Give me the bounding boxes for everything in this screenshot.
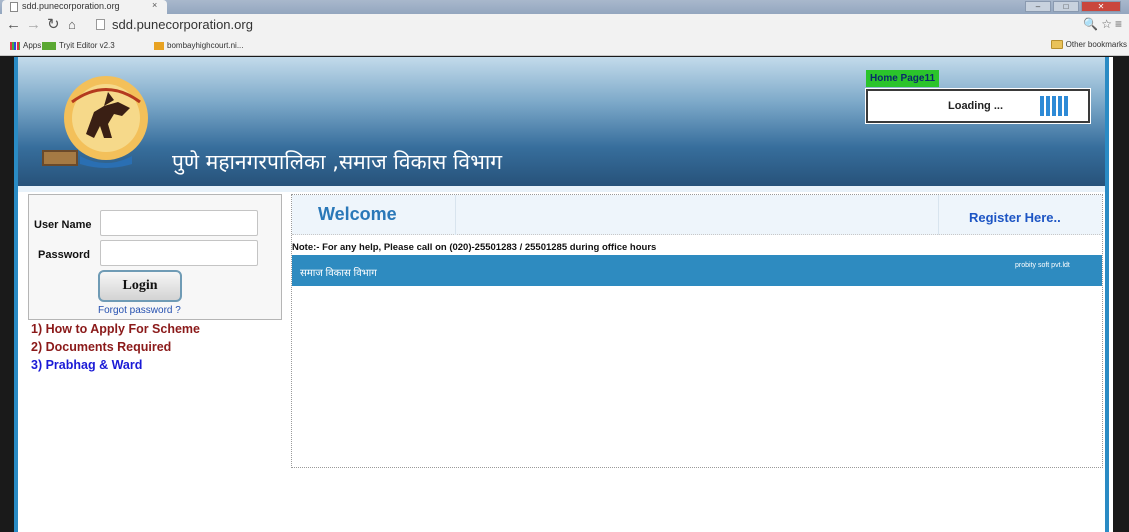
- window-controls: – □ ✕: [1025, 1, 1121, 12]
- login-button[interactable]: Login: [98, 270, 182, 302]
- browser-tab[interactable]: sdd.punecorporation.org ×: [2, 0, 167, 14]
- browser-toolbar: ← → ↻ ⌂ sdd.punecorporation.org 🔍☆≡: [0, 14, 1129, 36]
- apps-grid-icon: [10, 41, 20, 50]
- bookmark-tryit[interactable]: Tryit Editor v2.3: [42, 41, 115, 50]
- bookmarks-bar: Apps Tryit Editor v2.3 bombayhighcourt.n…: [0, 36, 1129, 56]
- reload-icon[interactable]: ↻: [47, 16, 60, 34]
- help-note: Note:- For any help, Please call on (020…: [292, 242, 657, 253]
- divider: [455, 195, 456, 235]
- tab-title: sdd.punecorporation.org: [22, 1, 120, 11]
- link-documents-required[interactable]: 2) Documents Required: [31, 340, 171, 354]
- forward-icon[interactable]: →: [26, 16, 41, 34]
- other-bookmarks-label: Other bookmarks: [1065, 40, 1127, 49]
- link-how-to-apply[interactable]: 1) How to Apply For Scheme: [31, 322, 200, 336]
- strip-credit-text: probity soft pvt.ldt: [1015, 262, 1070, 269]
- maximize-icon[interactable]: □: [1053, 1, 1079, 12]
- header-underline: [18, 186, 1105, 192]
- back-icon[interactable]: ←: [6, 16, 21, 34]
- minimize-icon[interactable]: –: [1025, 1, 1051, 12]
- bookmark-bombayhighcourt[interactable]: bombayhighcourt.ni...: [154, 41, 244, 50]
- loading-text: Loading ...: [948, 100, 1003, 112]
- password-label: Password: [38, 249, 90, 261]
- username-label: User Name: [34, 219, 92, 231]
- info-strip: [292, 255, 1102, 286]
- folder-icon: [1050, 40, 1063, 49]
- link-prabhag-ward[interactable]: 3) Prabhag & Ward: [31, 358, 142, 372]
- tryit-icon: [42, 41, 56, 50]
- close-window-icon[interactable]: ✕: [1081, 1, 1121, 12]
- page-icon: [10, 2, 18, 12]
- page-border-right: [1105, 57, 1109, 532]
- browser-tab-bar: sdd.punecorporation.org × – □ ✕: [0, 0, 1129, 14]
- forgot-password-link[interactable]: Forgot password ?: [98, 305, 181, 316]
- register-link[interactable]: Register Here..: [969, 210, 1061, 225]
- username-input[interactable]: [100, 210, 258, 236]
- password-input[interactable]: [100, 240, 258, 266]
- welcome-heading: Welcome: [318, 204, 397, 224]
- tab-close-icon[interactable]: ×: [152, 0, 157, 10]
- pmc-logo-icon: [42, 76, 148, 168]
- strip-department-text: समाज विकास विभाग: [300, 268, 377, 279]
- home-icon[interactable]: ⌂: [68, 16, 76, 34]
- content-area: [291, 194, 1103, 468]
- highcourt-icon: [154, 41, 164, 50]
- loading-indicator: Loading ...: [865, 88, 1091, 124]
- url-text: sdd.punecorporation.org: [112, 17, 253, 32]
- address-bar[interactable]: sdd.punecorporation.org: [94, 17, 1054, 34]
- bookmark-apps[interactable]: Apps: [10, 41, 41, 50]
- bookmark-label: Apps: [23, 41, 42, 50]
- divider: [938, 195, 939, 235]
- site-title: पुणे महानगरपालिका ,समाज विकास विभाग: [172, 150, 503, 174]
- page-icon: [96, 19, 105, 30]
- loading-bars-icon: [1040, 96, 1068, 116]
- bookmark-label: bombayhighcourt.ni...: [167, 41, 244, 50]
- bookmark-label: Tryit Editor v2.3: [59, 41, 115, 50]
- toolbar-icons[interactable]: 🔍☆≡: [1083, 17, 1125, 31]
- home-page-link[interactable]: Home Page11: [866, 70, 940, 87]
- other-bookmarks[interactable]: Other bookmarks: [1050, 40, 1127, 49]
